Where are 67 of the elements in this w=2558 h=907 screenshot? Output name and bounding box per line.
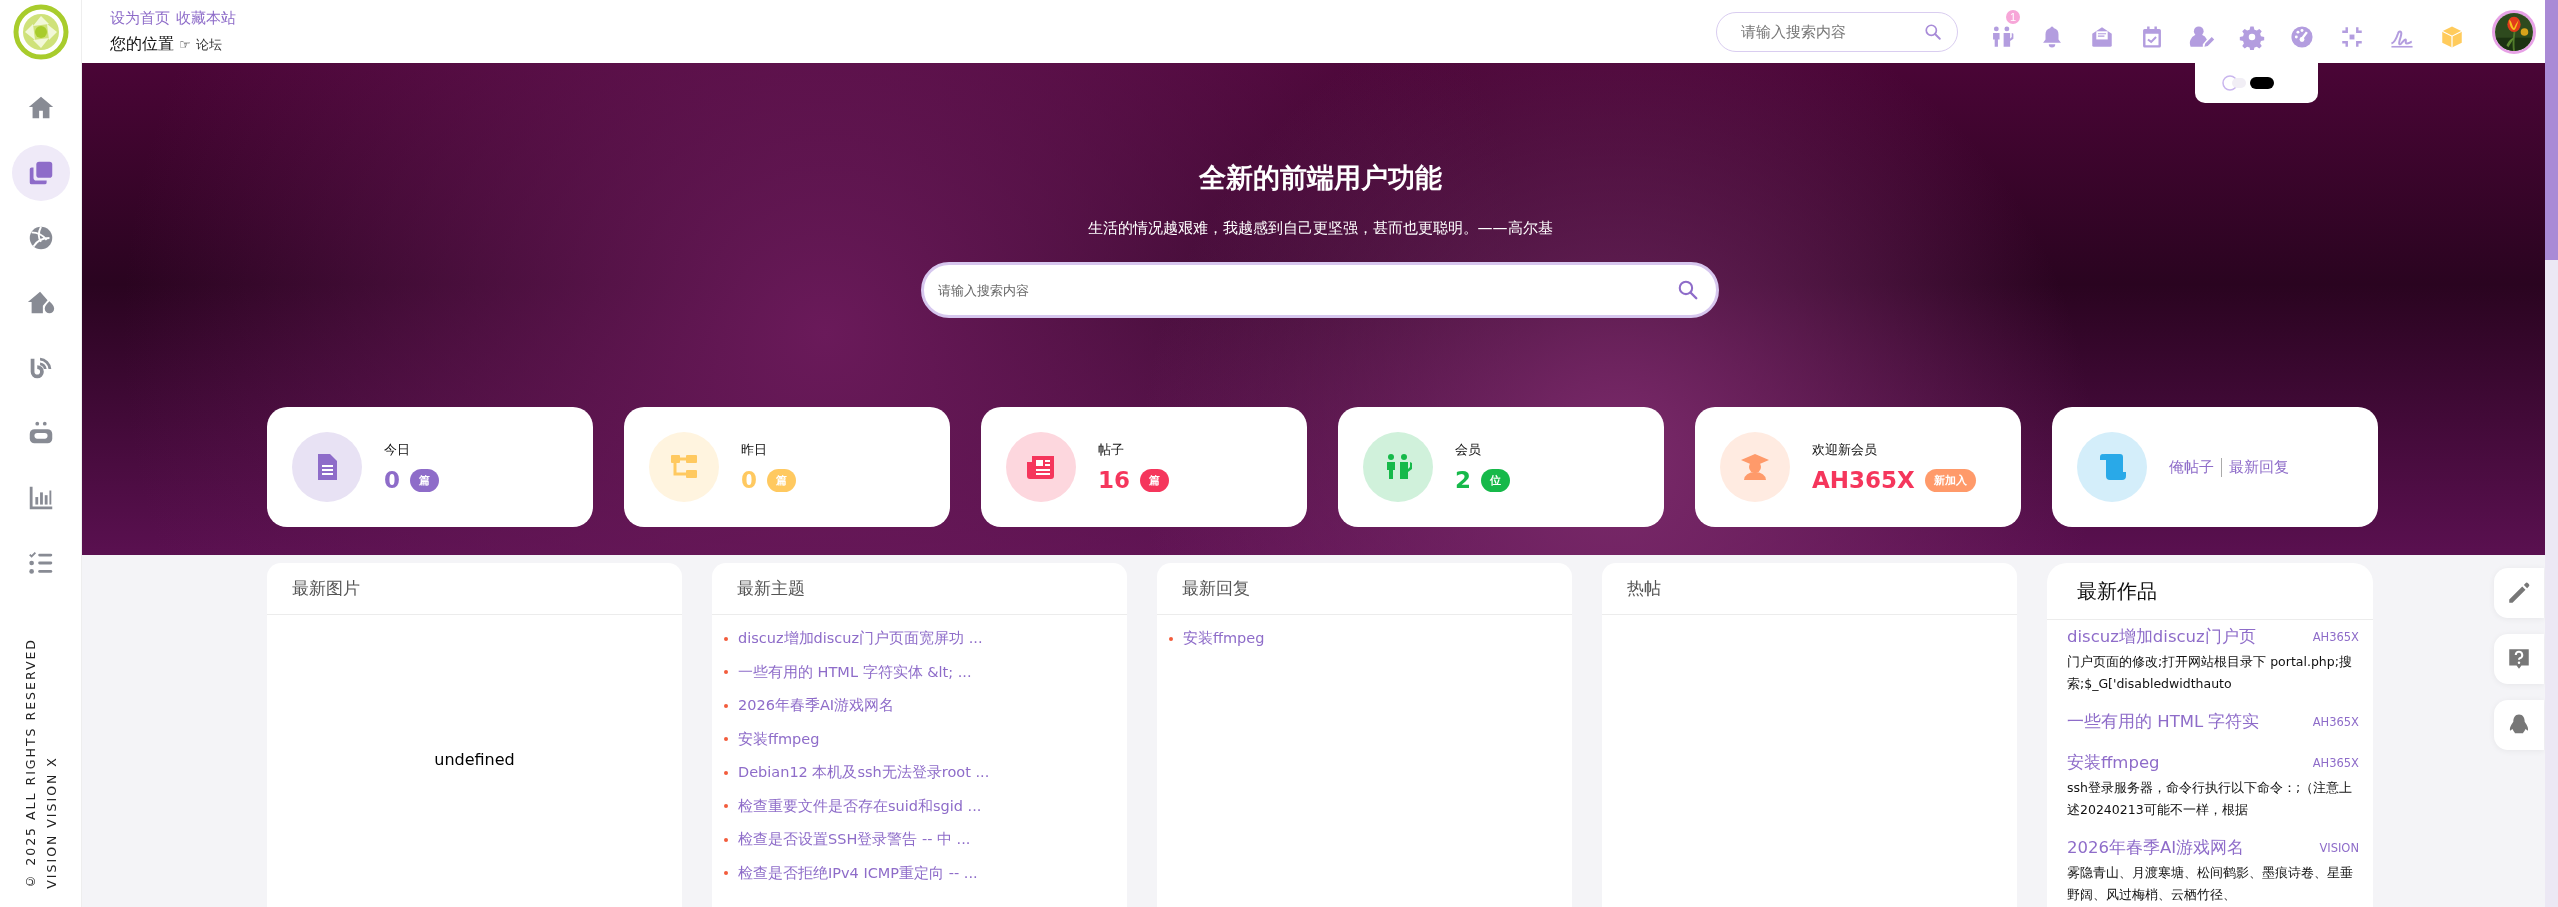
logo-icon[interactable] [12,4,69,60]
stat-label: 今日 [384,441,411,459]
panel-title: 最新主题 [712,563,1127,615]
card-link[interactable]: 俺帖子 [2169,457,2221,477]
unit-tag: 新加入 [1924,468,1976,492]
search-field[interactable]: 请输入搜索内容 [1716,11,1958,52]
search-icon [1677,279,1699,301]
graduate-icon [1739,451,1771,483]
chat-button[interactable] [2494,700,2544,750]
help-button[interactable] [2494,634,2544,684]
author-name: AH365X [2312,715,2359,729]
work-excerpt: 雾隐青山、月渡寒塘、松间鹤影、墨痕诗卷、星垂野阔、风过梅梢、云栖竹径、 [2067,864,2354,904]
top-link[interactable]: 设为首页 [110,8,170,28]
topic-link[interactable]: 检查是否拒绝IPv4 ICMP重定向 -- ... [738,863,978,883]
card-link[interactable]: 最新回复 [2221,457,2296,477]
topic-link[interactable]: 安装ffmpeg [738,729,820,749]
stat-value: AH365X [1812,467,1915,493]
stat-value: 16 [1098,467,1130,493]
topic-link[interactable]: 一些有用的 HTML 字符实体 &lt; ... [738,662,972,682]
topic-link[interactable]: Debian12 本机及ssh无法登录root ... [738,763,990,783]
stat-label: 帖子 [1098,441,1125,459]
stat-value: 0 [384,467,400,493]
edit-button[interactable] [2494,568,2544,618]
topic-link[interactable]: 检查是否设置SSH登录警告 -- 中 ... [738,830,971,850]
pencil-icon [2506,580,2532,606]
work-title-link[interactable]: 2026年春季AI游戏网名 [2067,837,2245,859]
unit-tag: 篇 [767,468,796,492]
work-title-link[interactable]: discuz增加discuz门户页 [2067,626,2256,648]
top-link[interactable]: 收藏本站 [176,8,236,28]
gauge-icon [2289,23,2315,50]
topic-link[interactable]: 检查重要文件是否存在suid和sgid ... [738,796,982,816]
notification-badge: 1 [2005,9,2020,24]
settings-icon [2239,23,2265,50]
pointer-glyph: ☞ [179,36,191,52]
unit-tag: 篇 [410,468,439,492]
stat-value: 2 [1455,467,1471,493]
panel-title: 最新作品 [2047,563,2373,620]
stat-label: 昨日 [741,441,768,459]
hero-quote: 生活的情况越艰难，我越感到自己更坚强，甚而也更聪明。——高尔基 [1087,218,1553,239]
panel-title: 最新回复 [1157,563,1572,615]
work-excerpt: 门户页面的修改;打开网站根目录下 portal.php;搜索;$_G['disabledwidthauto [2067,653,2353,693]
work-title-link[interactable]: 一些有用的 HTML 字符实 [2067,711,2260,733]
author-name: AH365X [2312,630,2359,644]
breadcrumb-label: 您的位置 [110,33,174,55]
stat-label: 会员 [1455,441,1482,459]
topic-link[interactable]: 安装ffmpeg [1183,629,1265,649]
author-name: VISION [2319,841,2359,855]
topic-link[interactable]: discuz增加discuz门户页面宽屏功 ... [738,629,983,649]
search-icon [1924,22,1942,41]
user-pen-icon [2189,23,2215,50]
copyright-text: VISION VISION X [43,755,59,889]
work-excerpt: ssh登录服务器，命令行执行以下命令：;（注意上述20240213可能不一样，根据 [2067,779,2354,819]
breadcrumb-link[interactable]: 论坛 [195,35,222,54]
broken-image-text: undefined [434,749,515,769]
stat-label: 欢迎新会员 [1812,441,1878,459]
copyright-text: © 2025 ALL RIGHTS RESERVED [22,638,38,889]
unit-tag: 篇 [1140,468,1169,492]
author-name: AH365X [2312,756,2359,770]
stat-value: 0 [741,467,757,493]
work-title-link[interactable]: 安装ffmpeg [2067,752,2160,774]
hero-title: 全新的前端用户功能 [1198,161,1442,195]
unit-tag: 位 [1481,468,1510,492]
search-field[interactable]: 请输入搜索内容 [921,262,1719,318]
panel-title: 最新图片 [267,563,682,615]
scrollbar[interactable] [2545,0,2558,907]
topic-link[interactable]: 2026年春季AI游戏网名 [738,696,895,716]
panel-title: 热帖 [1602,563,2017,615]
